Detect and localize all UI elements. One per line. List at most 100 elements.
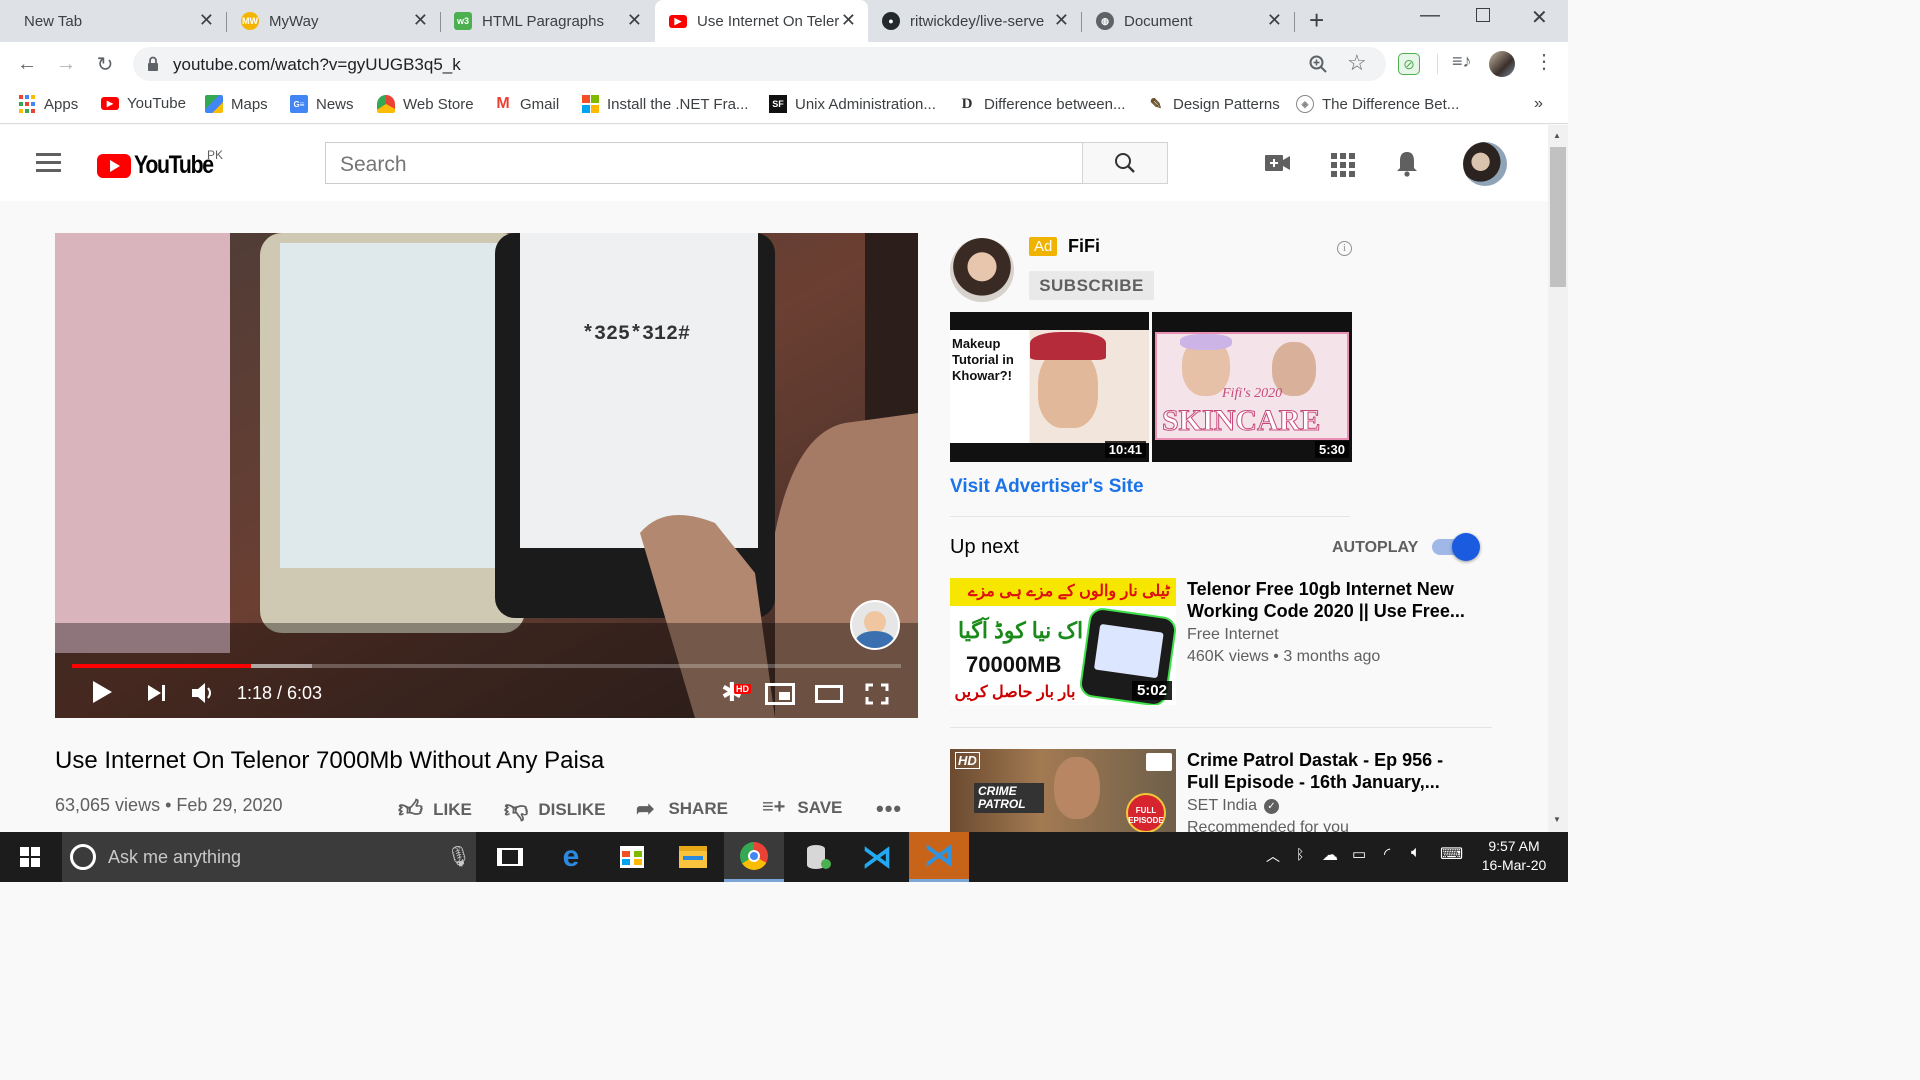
tab-html-paragraphs[interactable]: w3 HTML Paragraphs ✕ [441,0,654,42]
close-icon[interactable]: ✕ [1054,11,1069,29]
back-arrow-icon[interactable]: ← [13,50,41,78]
volume-icon[interactable] [190,682,214,704]
zoom-icon[interactable] [1309,55,1327,73]
forward-arrow-icon[interactable]: → [52,50,80,78]
share-button[interactable]: ➦ SHARE [636,796,728,822]
like-button[interactable]: 👍︎ LIKE [398,796,472,824]
bookmarks-overflow-icon[interactable]: » [1534,95,1543,113]
new-tab-plus-icon[interactable]: + [1309,7,1324,33]
save-button[interactable]: ≡+ SAVE [762,796,842,819]
subscribe-button[interactable]: SUBSCRIBE [1029,271,1154,300]
visit-advertiser-link[interactable]: Visit Advertiser's Site [950,476,1144,498]
ad-channel-name[interactable]: FiFi [1068,236,1100,257]
tray-chevron-icon[interactable]: ︿ [1266,846,1280,866]
address-bar[interactable]: youtube.com/watch?v=gyUUGB3q5_k ☆ [133,47,1386,81]
chrome-taskbar-icon[interactable] [724,832,784,882]
ad-channel-avatar[interactable] [950,238,1014,302]
upnext-thumbnail-2[interactable]: HD CRIME PATROL FULL EPISODE [950,749,1176,832]
extension-icon[interactable]: ⊘ [1398,53,1420,75]
close-icon[interactable]: ✕ [199,11,214,29]
database-app-icon[interactable] [786,832,846,882]
hamburger-menu-icon[interactable] [36,153,61,172]
miniplayer-icon[interactable] [765,683,795,705]
vscode-icon[interactable]: ⋊ [847,832,907,882]
ime-icon[interactable]: ⌨ [1440,844,1463,864]
wifi-icon[interactable]: ◜ [1384,844,1390,864]
file-explorer-icon[interactable] [663,832,723,882]
ad-thumbnail-2[interactable]: Fifi's 2020 SKINCARE 5:30 [1152,312,1352,462]
create-video-icon[interactable] [1264,152,1292,174]
battery-icon[interactable]: ▭ [1352,845,1366,863]
bookmark-news[interactable]: G≡ News [290,95,354,113]
progress-track[interactable] [72,664,901,668]
upnext-info-1[interactable]: Telenor Free 10gb Internet New Working C… [1187,578,1477,666]
vscode-active-icon[interactable]: ⋊ [909,832,969,882]
account-avatar[interactable] [1463,142,1507,186]
bookmark-design-patterns[interactable]: ✎ Design Patterns [1147,95,1280,114]
ad-thumbnail-1[interactable]: Makeup Tutorial in Khowar?! 10:41 [950,312,1149,462]
autoplay-toggle[interactable] [1432,533,1480,561]
cortana-search-box[interactable]: Ask me anything 🎙︎ [62,832,476,882]
speaker-icon[interactable]: 🔈︎ [1411,844,1421,862]
dislike-button[interactable]: 👎︎ DISLIKE [504,796,605,824]
next-icon[interactable] [148,685,161,701]
fullscreen-icon[interactable] [865,683,889,705]
microphone-icon[interactable]: 🎙︎ [446,844,471,869]
scrollbar-thumb[interactable] [1550,147,1566,287]
restore-icon[interactable] [1476,8,1490,22]
tab-myway[interactable]: MW MyWay ✕ [227,0,440,42]
edge-browser-icon[interactable]: e [541,832,601,882]
tab-new-tab[interactable]: New Tab ✕ [0,0,226,42]
apps-grid-icon[interactable] [1331,153,1355,177]
bookmark-label: The Difference Bet... [1322,95,1460,113]
window-close-icon[interactable]: ✕ [1531,5,1548,30]
upnext-thumbnail-1[interactable]: ٹیلی نار والوں کے مزے ہی مزے اک نیا کوڈ … [950,578,1176,705]
tab-youtube-video[interactable]: ▶ Use Internet On Teler ✕ [655,0,868,42]
star-bookmark-icon[interactable]: ☆ [1347,50,1367,76]
play-icon[interactable] [93,681,112,703]
reload-icon[interactable]: ↻ [91,50,119,78]
search-button[interactable] [1082,142,1168,184]
bookmark-difference-bet[interactable]: ◈ The Difference Bet... [1296,95,1459,113]
d-logo-icon: D [961,95,973,112]
bookmark-youtube[interactable]: ▶ YouTube [101,95,186,112]
bookmark-maps[interactable]: Maps [205,95,268,113]
store-icon[interactable] [602,832,662,882]
notifications-bell-icon[interactable] [1394,149,1420,177]
bookmark-difference[interactable]: D Difference between... [958,95,1126,113]
upnext-info-2[interactable]: Crime Patrol Dastak - Ep 956 - Full Epis… [1187,749,1477,837]
bookmark-unix[interactable]: SF Unix Administration... [769,95,936,113]
page-scrollbar[interactable]: ▲ ▼ [1548,125,1568,832]
myway-icon: MW [241,12,259,30]
minimize-icon[interactable]: — [1420,4,1440,27]
tab-document[interactable]: ◍ Document ✕ [1082,0,1294,42]
bookmark-apps[interactable]: Apps [18,95,78,113]
onedrive-cloud-icon[interactable]: ☁ [1322,845,1338,865]
bookmark-gmail[interactable]: M Gmail [494,95,559,113]
search-input[interactable]: Search [325,142,1083,184]
info-icon[interactable]: i [1337,241,1352,256]
profile-avatar[interactable] [1489,51,1515,77]
upload-date: Feb 29, 2020 [176,795,283,815]
channel-watermark[interactable] [850,600,900,650]
media-queue-icon[interactable]: ≡♪ [1452,51,1472,72]
video-meta: 63,065 views • Feb 29, 2020 [55,795,283,816]
scroll-down-icon[interactable]: ▼ [1553,815,1561,824]
clock[interactable]: 9:57 AM 16-Mar-20 [1474,837,1554,875]
windows-start-icon[interactable] [0,832,60,882]
tab-github[interactable]: ● ritwickdey/live-serve ✕ [868,0,1081,42]
more-actions-icon[interactable]: ••• [876,796,902,822]
bookmark-web-store[interactable]: Web Store [377,95,474,113]
played-bar [72,664,252,668]
bluetooth-icon[interactable]: ᛒ [1296,846,1304,862]
close-icon[interactable]: ✕ [413,11,428,29]
scroll-up-icon[interactable]: ▲ [1553,131,1561,140]
bookmark-dotnet[interactable]: Install the .NET Fra... [581,95,748,113]
chrome-menu-icon[interactable]: ⋮ [1534,50,1554,74]
task-view-icon[interactable] [480,832,540,882]
close-icon[interactable]: ✕ [841,11,856,29]
theater-mode-icon[interactable] [815,685,843,703]
close-icon[interactable]: ✕ [627,11,642,29]
video-player[interactable]: *325*312# 1:18 / 6:03 ✱ HD [55,233,918,718]
close-icon[interactable]: ✕ [1267,11,1282,29]
